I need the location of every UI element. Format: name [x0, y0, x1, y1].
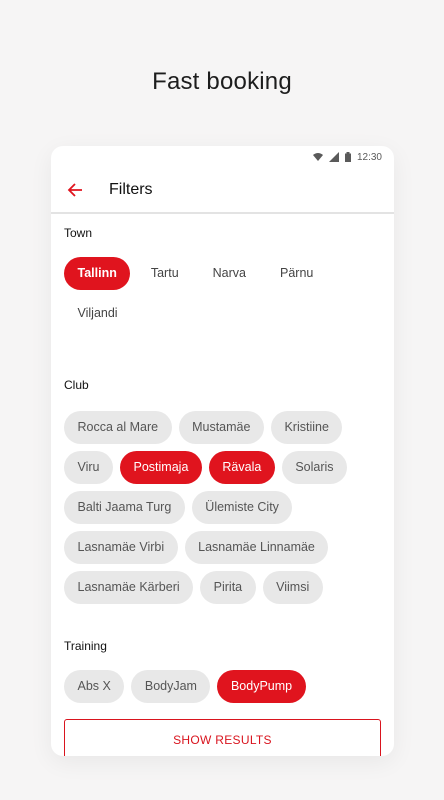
filters-content: Town Tallinn Tartu Narva Pärnu Viljandi Club… — [51, 226, 394, 756]
town-chip[interactable]: Tartu — [137, 257, 192, 290]
training-chip[interactable]: BodyPump — [217, 670, 306, 703]
page-headline: Fast booking — [152, 68, 292, 95]
battery-icon — [344, 152, 351, 162]
club-chip[interactable]: Lasnamäe Virbi — [64, 531, 178, 564]
status-time: 12:30 — [356, 151, 382, 163]
town-section-label: Town — [64, 226, 93, 240]
training-chip-group: Abs X BodyJam BodyPump — [64, 670, 381, 710]
toolbar: Filters — [51, 168, 394, 214]
club-chip[interactable]: Solaris — [281, 451, 348, 484]
training-chip[interactable]: BodyJam — [131, 670, 211, 703]
club-chip[interactable]: Ülemiste City — [191, 491, 293, 524]
arrow-left-icon[interactable] — [63, 178, 87, 202]
club-chip[interactable]: Viimsi — [262, 571, 323, 604]
club-chip[interactable]: Rocca al Mare — [64, 411, 172, 444]
club-chip[interactable]: Rävala — [208, 451, 275, 484]
town-chip[interactable]: Tallinn — [64, 257, 131, 290]
club-chip[interactable]: Postimaja — [120, 451, 202, 484]
town-chip-group: Tallinn Tartu Narva Pärnu Viljandi — [64, 257, 381, 337]
club-chip[interactable]: Pirita — [200, 571, 256, 604]
town-chip[interactable]: Narva — [199, 257, 259, 290]
training-chip[interactable]: Abs X — [64, 670, 125, 703]
club-section-label: Club — [64, 378, 89, 392]
club-chip[interactable]: Balti Jaama Turg — [64, 491, 185, 524]
phone-frame: 12:30 Filters Town Tallinn Tartu Narva Pärn… — [51, 146, 394, 756]
training-section-label: Training — [64, 639, 107, 653]
club-chip[interactable]: Mustamäe — [178, 411, 264, 444]
club-chip[interactable]: Kristiine — [270, 411, 343, 444]
club-chip[interactable]: Viru — [64, 451, 114, 484]
town-chip[interactable]: Viljandi — [64, 297, 131, 330]
club-chip-group: Rocca al Mare Mustamäe Kristiine Viru Postim… — [64, 411, 381, 611]
show-results-button[interactable]: SHOW RESULTS — [64, 719, 381, 756]
status-bar: 12:30 — [51, 146, 394, 168]
wifi-icon — [312, 152, 323, 162]
club-chip[interactable]: Lasnamäe Kärberi — [64, 571, 194, 604]
toolbar-title: Filters — [109, 181, 153, 198]
signal-icon — [328, 152, 339, 162]
town-chip[interactable]: Pärnu — [267, 257, 327, 290]
club-chip[interactable]: Lasnamäe Linnamäe — [184, 531, 329, 564]
